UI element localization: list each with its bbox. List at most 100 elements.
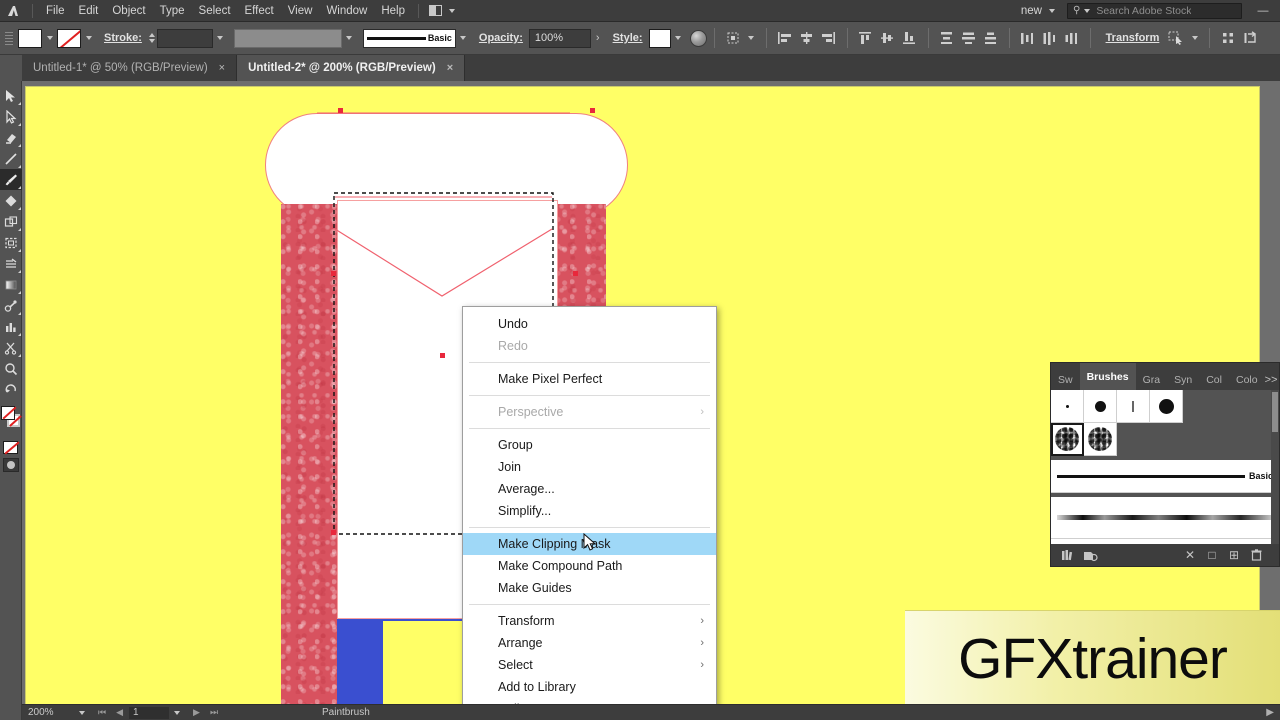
style-chevron-down-icon[interactable]: [671, 29, 686, 48]
brush-libraries-icon[interactable]: [1057, 546, 1079, 564]
context-menu-item-transform[interactable]: Transform ›: [463, 610, 716, 632]
artboard-number-input[interactable]: 1: [129, 706, 170, 719]
stroke-weight-stepper[interactable]: [148, 29, 157, 48]
menu-type[interactable]: Type: [153, 2, 192, 20]
document-tab-untitled-1[interactable]: Untitled-1* @ 50% (RGB/Preview) ×: [22, 55, 238, 81]
align-middle-icon[interactable]: [877, 27, 899, 49]
brush-charcoal-stroke[interactable]: [1051, 497, 1279, 539]
brush-definition-preview[interactable]: Basic: [362, 28, 456, 48]
panel-tab-gradient[interactable]: Gra: [1136, 369, 1168, 390]
context-menu-item-make-compound-path[interactable]: Make Compound Path: [463, 555, 716, 577]
brush-5pt-round[interactable]: [1084, 390, 1117, 423]
menu-help[interactable]: Help: [374, 2, 412, 20]
last-page-icon[interactable]: ⏭: [210, 707, 218, 718]
stroke-chevron-down-icon[interactable]: [81, 29, 96, 48]
selection-tool[interactable]: [0, 85, 22, 106]
context-menu-item-group[interactable]: Group: [463, 434, 716, 456]
first-page-icon[interactable]: ⏮: [98, 707, 106, 718]
shaper-tool-icon[interactable]: [1165, 27, 1187, 49]
context-menu-item-undo[interactable]: Undo: [463, 313, 716, 335]
line-segment-tool[interactable]: [0, 148, 22, 169]
context-menu-item-average[interactable]: Average...: [463, 478, 716, 500]
panel-overflow-icon[interactable]: >>: [1265, 374, 1278, 386]
opacity-expand-icon[interactable]: ›: [591, 32, 605, 44]
status-expand-icon[interactable]: ▶: [1266, 707, 1280, 718]
context-menu-item-select[interactable]: Select ›: [463, 654, 716, 676]
brush-chalk-scatter[interactable]: [1051, 423, 1084, 456]
shape-builder-tool[interactable]: [0, 190, 22, 211]
panel-tab-symbols[interactable]: Syn: [1167, 369, 1199, 390]
fill-chevron-down-icon[interactable]: [42, 29, 57, 48]
context-menu-item-add-to-library[interactable]: Add to Library: [463, 676, 716, 698]
workspace-chevron-down-icon[interactable]: [1049, 8, 1055, 13]
paintbrush-tool[interactable]: [0, 169, 22, 190]
zoom-level-input[interactable]: 200%: [22, 707, 74, 718]
gradient-tool[interactable]: [0, 274, 22, 295]
document-tab-untitled-2[interactable]: Untitled-2* @ 200% (RGB/Preview) ×: [237, 55, 466, 81]
libraries-panel-icon[interactable]: [1079, 546, 1101, 564]
anchor-point[interactable]: [440, 353, 445, 358]
delete-brush-icon[interactable]: [1245, 546, 1267, 564]
menu-window[interactable]: Window: [319, 2, 374, 20]
stroke-swatch-button[interactable]: [57, 28, 81, 48]
perspective-grid-tool[interactable]: [0, 211, 22, 232]
anchor-point[interactable]: [590, 108, 595, 113]
menu-view[interactable]: View: [281, 2, 320, 20]
brushes-panel[interactable]: Sw Brushes Gra Syn Col Colo >> | ≡: [1050, 362, 1280, 567]
menu-select[interactable]: Select: [192, 2, 238, 20]
eraser-tool[interactable]: [0, 127, 22, 148]
zoom-chevron-down-icon[interactable]: [74, 710, 90, 715]
minimize-button[interactable]: —: [1250, 0, 1276, 22]
current-tool-label[interactable]: Paintbrush: [322, 707, 370, 718]
anchor-point[interactable]: [331, 271, 336, 276]
style-label[interactable]: Style:: [613, 32, 643, 44]
panel-tab-swatches[interactable]: Sw: [1051, 369, 1080, 390]
align-top-icon[interactable]: [855, 27, 877, 49]
recolor-artwork-icon[interactable]: [689, 29, 707, 47]
close-icon[interactable]: ×: [219, 62, 225, 74]
align-right-icon[interactable]: [818, 27, 840, 49]
panel-tab-color-guide[interactable]: Colo: [1229, 369, 1265, 390]
anchor-point[interactable]: [331, 530, 336, 535]
stroke-weight-chevron-down-icon[interactable]: [213, 29, 228, 48]
options-of-selected-object-icon[interactable]: □: [1201, 546, 1223, 564]
distribute-center-icon[interactable]: [958, 27, 980, 49]
panel-tab-brushes[interactable]: Brushes: [1079, 363, 1136, 390]
distribute-left-icon[interactable]: [1017, 27, 1039, 49]
transform-label[interactable]: Transform: [1106, 32, 1160, 44]
context-menu-item-join[interactable]: Join: [463, 456, 716, 478]
brush-1pt-round[interactable]: [1051, 390, 1084, 423]
remove-brush-link-icon[interactable]: ✕: [1179, 546, 1201, 564]
align-chevron-down-icon[interactable]: [744, 29, 759, 48]
distribute-top-icon[interactable]: [936, 27, 958, 49]
workspace-switcher[interactable]: new: [1011, 5, 1042, 17]
brush-chevron-down-icon[interactable]: [456, 29, 471, 48]
profile-chevron-down-icon[interactable]: [342, 29, 357, 48]
distribute-center-vertical-icon[interactable]: [1039, 27, 1061, 49]
stroke-weight-label[interactable]: Stroke:: [104, 32, 142, 44]
menu-effect[interactable]: Effect: [238, 2, 281, 20]
menu-file[interactable]: File: [39, 2, 72, 20]
context-menu-item-make-pixel-perfect[interactable]: Make Pixel Perfect: [463, 368, 716, 390]
align-left-icon[interactable]: [774, 27, 796, 49]
context-menu-item-make-guides[interactable]: Make Guides: [463, 577, 716, 599]
scissors-tool[interactable]: [0, 337, 22, 358]
control-bar-grip[interactable]: [5, 27, 13, 49]
next-page-icon[interactable]: ▶: [193, 707, 200, 718]
column-graph-tool[interactable]: [0, 316, 22, 337]
rotate-tool[interactable]: [0, 379, 22, 400]
artboard-chevron-down-icon[interactable]: [169, 710, 185, 715]
isolate-selected-icon[interactable]: [1217, 27, 1239, 49]
variable-width-profile-select[interactable]: [233, 28, 342, 48]
context-menu-item-arrange[interactable]: Arrange ›: [463, 632, 716, 654]
distribute-bottom-icon[interactable]: [980, 27, 1002, 49]
panel-tab-color[interactable]: Col: [1199, 369, 1229, 390]
align-bottom-icon[interactable]: [899, 27, 921, 49]
anchor-point[interactable]: [573, 271, 578, 276]
distribute-right-icon[interactable]: [1061, 27, 1083, 49]
fill-swatch-button[interactable]: [18, 28, 42, 48]
brush-basic-stroke[interactable]: Basic: [1051, 460, 1279, 493]
menu-object[interactable]: Object: [105, 2, 152, 20]
zoom-tool[interactable]: [0, 358, 22, 379]
slice-tool[interactable]: [0, 253, 22, 274]
